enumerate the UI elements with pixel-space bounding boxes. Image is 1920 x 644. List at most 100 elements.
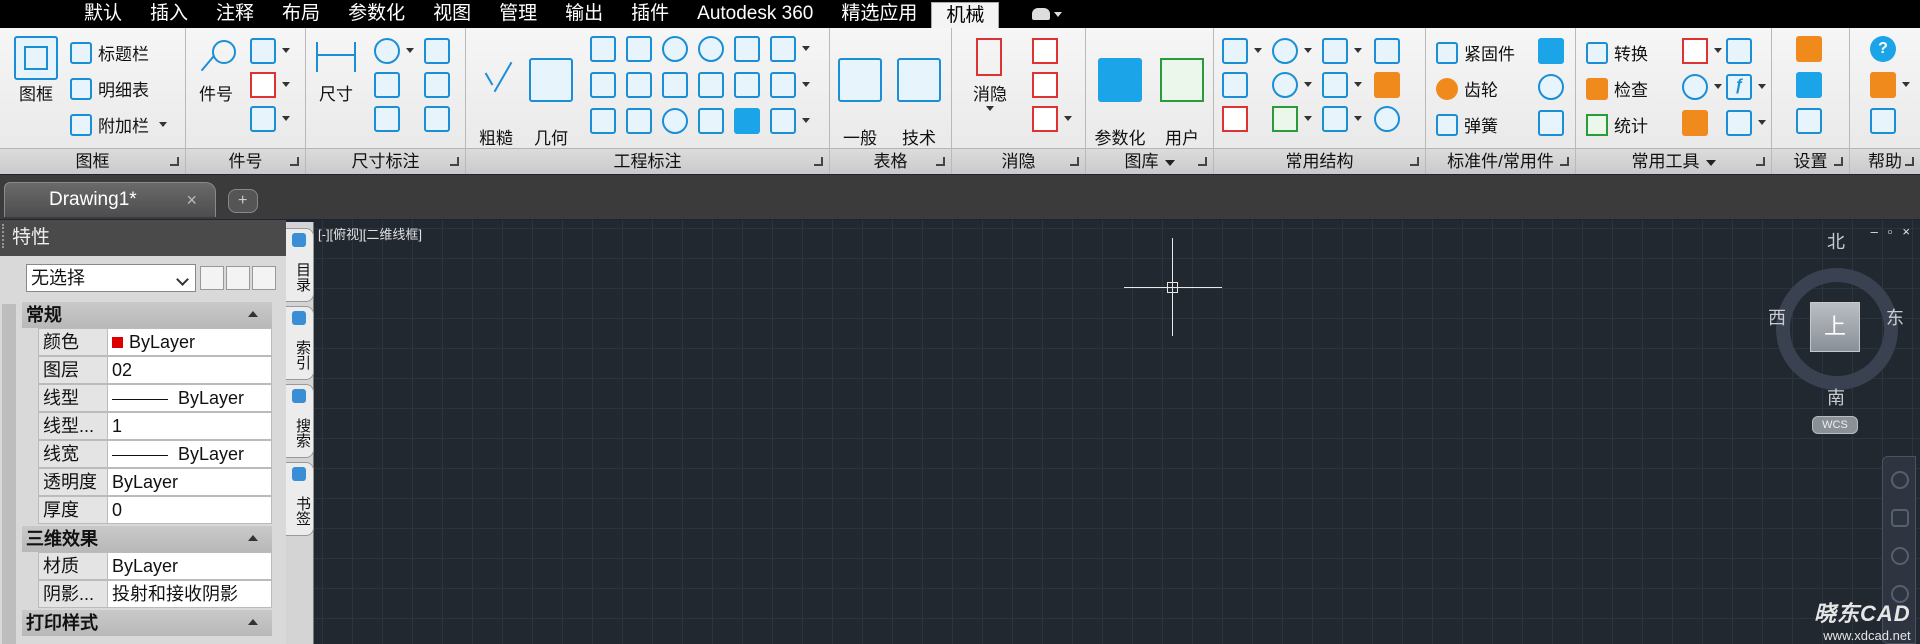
section-plot-style[interactable]: 打印样式 [22, 610, 272, 636]
prop-row-shadow[interactable]: 阴影... 投射和接收阴影 [38, 580, 272, 608]
gear-button[interactable]: 齿轮 [1436, 76, 1498, 101]
close-icon[interactable]: × [1902, 224, 1910, 239]
dim-tool-6[interactable] [424, 106, 452, 132]
help-tool-3[interactable] [1870, 108, 1898, 134]
partno-tool-3[interactable] [250, 106, 290, 132]
steering-wheel-icon[interactable] [1891, 471, 1909, 489]
dim-tool-4[interactable] [424, 38, 452, 64]
prop-value[interactable]: ByLayer [108, 384, 272, 412]
viewcube-south[interactable]: 南 [1827, 384, 1845, 410]
help-tool-2[interactable] [1870, 72, 1910, 98]
prop-row-lineweight[interactable]: 线宽 ByLayer [38, 440, 272, 468]
fastener-button[interactable]: 紧固件 [1436, 40, 1515, 65]
dim-tool-3[interactable] [374, 106, 402, 132]
menu-tab-parametric[interactable]: 参数化 [334, 0, 419, 28]
annot-tool-10[interactable] [698, 72, 726, 98]
title-block-button[interactable]: 标题栏 [70, 40, 149, 65]
part-number-button[interactable]: 件号 [194, 36, 238, 106]
new-drawing-tab-button[interactable] [228, 189, 258, 213]
dim-tool-5[interactable] [424, 72, 452, 98]
spring-button[interactable]: 弹簧 [1436, 112, 1498, 137]
std-tool-1[interactable] [1538, 38, 1566, 64]
dialog-launcher-icon[interactable] [1560, 157, 1569, 166]
dialog-launcher-icon[interactable] [1198, 157, 1207, 166]
dialog-launcher-icon[interactable] [814, 157, 823, 166]
menu-tab-annotate[interactable]: 注释 [202, 0, 268, 28]
annot-tool-6[interactable] [770, 36, 810, 62]
menu-tab-featured-apps[interactable]: 精选应用 [827, 0, 931, 28]
wcs-menu[interactable]: WCS [1812, 416, 1858, 434]
struct-tool-8[interactable] [1374, 72, 1402, 98]
viewcube-east[interactable]: 东 [1886, 304, 1904, 330]
statistics-button[interactable]: 统计 [1586, 112, 1648, 137]
properties-scrollbar[interactable] [2, 304, 16, 644]
chevron-down-icon[interactable] [1705, 159, 1716, 166]
viewcube-north[interactable]: 北 [1827, 228, 1845, 254]
prop-value[interactable]: 0 [108, 496, 272, 524]
annot-tool-5[interactable] [734, 36, 762, 62]
prop-value[interactable]: ByLayer [108, 440, 272, 468]
hide-tool-2[interactable] [1032, 72, 1060, 98]
partno-tool-2[interactable] [250, 72, 290, 98]
help-tool-1[interactable]: ? [1870, 36, 1898, 62]
annot-tool-15[interactable] [662, 108, 690, 134]
menu-tab-insert[interactable]: 插入 [136, 0, 202, 28]
pan-icon[interactable] [1891, 509, 1909, 527]
struct-tool-5[interactable] [1222, 72, 1250, 98]
prop-value[interactable]: ByLayer [108, 468, 272, 496]
struct-tool-9[interactable] [1222, 106, 1250, 132]
menu-tab-mechanical[interactable]: 机械 [931, 2, 1000, 28]
prop-value[interactable]: 02 [108, 356, 272, 384]
menu-tab-manage[interactable]: 管理 [485, 0, 551, 28]
tools-tool-3[interactable] [1682, 110, 1710, 136]
ribbon-minimize-button[interactable] [1029, 5, 1065, 23]
struct-tool-10[interactable] [1272, 106, 1312, 132]
viewport-label[interactable]: [-][俯视][二维线框] [318, 224, 422, 243]
hide-tool-1[interactable] [1032, 38, 1060, 64]
annot-tool-4[interactable] [698, 36, 726, 62]
dimension-button[interactable]: 尺寸 [312, 36, 360, 106]
prop-row-color[interactable]: 颜色 ByLayer [38, 328, 272, 356]
annot-tool-18[interactable] [770, 108, 810, 134]
dialog-launcher-icon[interactable] [450, 157, 459, 166]
annot-tool-14[interactable] [626, 108, 654, 134]
dialog-launcher-icon[interactable] [290, 157, 299, 166]
struct-tool-12[interactable] [1374, 106, 1402, 132]
dialog-launcher-icon[interactable] [1905, 157, 1914, 166]
struct-tool-4[interactable] [1374, 38, 1402, 64]
dialog-launcher-icon[interactable] [1410, 157, 1419, 166]
struct-tool-3[interactable] [1322, 38, 1362, 64]
prop-row-thickness[interactable]: 厚度 0 [38, 496, 272, 524]
struct-tool-1[interactable] [1222, 38, 1262, 64]
side-tab-index[interactable]: 索引 [286, 306, 314, 380]
partno-tool-1[interactable] [250, 38, 290, 64]
selection-dropdown[interactable]: 无选择 [26, 264, 196, 292]
prop-row-layer[interactable]: 图层 02 [38, 356, 272, 384]
annot-tool-7[interactable] [590, 72, 618, 98]
struct-tool-2[interactable] [1272, 38, 1312, 64]
settings-tool-2[interactable] [1796, 72, 1824, 98]
struct-tool-11[interactable] [1322, 106, 1362, 132]
dialog-launcher-icon[interactable] [1834, 157, 1843, 166]
prop-row-linetype-scale[interactable]: 线型... 1 [38, 412, 272, 440]
section-3d-effects[interactable]: 三维效果 [22, 526, 272, 552]
menu-tab-layout[interactable]: 布局 [268, 0, 334, 28]
annot-tool-17[interactable] [734, 108, 762, 134]
toggle-pickadd-button[interactable] [200, 266, 224, 290]
tools-tool-6[interactable] [1726, 110, 1766, 136]
annot-tool-16[interactable] [698, 108, 726, 134]
select-objects-button[interactable] [226, 266, 250, 290]
annot-tool-8[interactable] [626, 72, 654, 98]
dim-tool-1[interactable] [374, 38, 414, 64]
tools-tool-4[interactable] [1726, 38, 1754, 64]
annot-tool-13[interactable] [590, 108, 618, 134]
menu-tab-output[interactable]: 输出 [551, 0, 617, 28]
dialog-launcher-icon[interactable] [170, 157, 179, 166]
settings-tool-3[interactable] [1796, 108, 1824, 134]
dialog-launcher-icon[interactable] [936, 157, 945, 166]
settings-tool-1[interactable] [1796, 36, 1824, 62]
document-tab[interactable]: Drawing1* × [4, 182, 216, 217]
hide-button[interactable]: 消隐 [962, 36, 1018, 111]
tools-tool-1[interactable] [1682, 38, 1722, 64]
drawing-canvas[interactable]: [-][俯视][二维线框] ‒ ▫ × 上 北 南 东 西 WCS 晓东CAD … [314, 220, 1920, 644]
